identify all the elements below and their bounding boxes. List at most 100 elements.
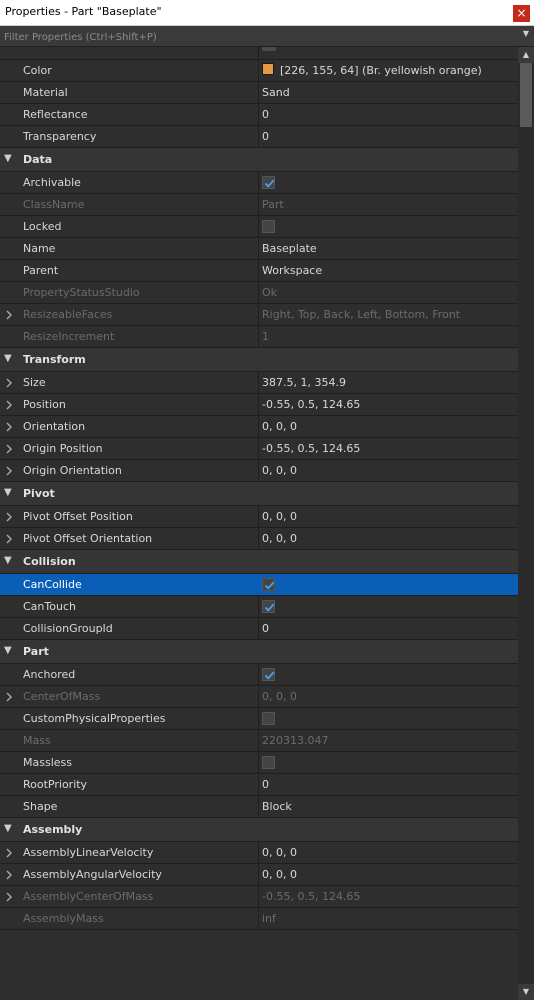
property-value[interactable]: Block bbox=[258, 796, 518, 817]
checkmark-icon bbox=[264, 581, 275, 590]
scroll-up-icon[interactable]: ▲ bbox=[518, 47, 534, 63]
property-row-classname[interactable]: ClassName Part bbox=[0, 194, 518, 216]
property-value[interactable]: 0, 0, 0 bbox=[258, 842, 518, 863]
property-value[interactable]: 0, 0, 0 bbox=[258, 528, 518, 549]
property-value: Part bbox=[258, 194, 518, 215]
property-value[interactable]: 0, 0, 0 bbox=[258, 506, 518, 527]
category-transform[interactable]: ▼ Transform bbox=[0, 348, 518, 372]
chevron-down-icon[interactable]: ▼ bbox=[4, 153, 12, 164]
property-row-shape[interactable]: Shape Block bbox=[0, 796, 518, 818]
checkbox-unchecked[interactable] bbox=[262, 756, 275, 769]
chevron-right-icon[interactable] bbox=[5, 465, 13, 481]
category-part[interactable]: ▼ Part bbox=[0, 640, 518, 664]
scrollbar-track[interactable] bbox=[518, 63, 534, 984]
property-row-resizeincrement[interactable]: ResizeIncrement 1 bbox=[0, 326, 518, 348]
chevron-right-icon[interactable] bbox=[5, 377, 13, 393]
property-row-cancollide[interactable]: CanCollide bbox=[0, 574, 518, 596]
category-assembly[interactable]: ▼ Assembly bbox=[0, 818, 518, 842]
vertical-scrollbar[interactable]: ▲ ▼ bbox=[518, 47, 534, 1000]
property-name: AssemblyMass bbox=[23, 912, 104, 925]
chevron-right-icon[interactable] bbox=[5, 847, 13, 863]
checkbox-checked[interactable] bbox=[262, 176, 275, 189]
property-row-orientation[interactable]: Orientation 0, 0, 0 bbox=[0, 416, 518, 438]
property-value[interactable]: [226, 155, 64] (Br. yellowish orange) bbox=[258, 60, 518, 81]
chevron-right-icon[interactable] bbox=[5, 443, 13, 459]
chevron-right-icon[interactable] bbox=[5, 421, 13, 437]
chevron-down-icon[interactable]: ▼ bbox=[4, 823, 12, 834]
property-value[interactable]: 0, 0, 0 bbox=[258, 460, 518, 481]
property-row-origin-orientation[interactable]: Origin Orientation 0, 0, 0 bbox=[0, 460, 518, 482]
property-row-anchored[interactable]: Anchored bbox=[0, 664, 518, 686]
chevron-down-icon[interactable]: ▼ bbox=[4, 555, 12, 566]
property-value[interactable]: 0 bbox=[258, 104, 518, 125]
property-row-origin-position[interactable]: Origin Position -0.55, 0.5, 124.65 bbox=[0, 438, 518, 460]
property-row-pivot-offset-orientation[interactable]: Pivot Offset Orientation 0, 0, 0 bbox=[0, 528, 518, 550]
scrollbar-thumb[interactable] bbox=[520, 63, 532, 127]
property-row-propertystatusstudio[interactable]: PropertyStatusStudio Ok bbox=[0, 282, 518, 304]
color-swatch-icon[interactable] bbox=[262, 63, 274, 75]
checkbox-checked[interactable] bbox=[262, 578, 275, 591]
chevron-right-icon[interactable] bbox=[5, 309, 13, 325]
chevron-right-icon[interactable] bbox=[5, 691, 13, 707]
property-row-centerofmass[interactable]: CenterOfMass 0, 0, 0 bbox=[0, 686, 518, 708]
chevron-down-icon[interactable]: ▼ bbox=[4, 487, 12, 498]
category-pivot[interactable]: ▼ Pivot bbox=[0, 482, 518, 506]
property-value[interactable]: 0, 0, 0 bbox=[258, 864, 518, 885]
property-row-reflectance[interactable]: Reflectance 0 bbox=[0, 104, 518, 126]
checkmark-icon bbox=[264, 671, 275, 680]
property-value[interactable]: 0 bbox=[258, 618, 518, 639]
chevron-down-icon[interactable]: ▼ bbox=[4, 645, 12, 656]
property-row-cantouch[interactable]: CanTouch bbox=[0, 596, 518, 618]
property-row-assemblycenterofmass[interactable]: AssemblyCenterOfMass -0.55, 0.5, 124.65 bbox=[0, 886, 518, 908]
chevron-right-icon[interactable] bbox=[5, 399, 13, 415]
property-row-name[interactable]: Name Baseplate bbox=[0, 238, 518, 260]
close-icon[interactable]: × bbox=[513, 5, 530, 22]
property-name: ClassName bbox=[23, 198, 85, 211]
filter-properties-input[interactable] bbox=[2, 28, 506, 46]
chevron-down-icon[interactable]: ▼ bbox=[4, 353, 12, 364]
property-value-text: 0 bbox=[262, 108, 269, 121]
filter-dropdown-icon[interactable]: ▼ bbox=[523, 29, 529, 38]
chevron-right-icon[interactable] bbox=[5, 891, 13, 907]
chevron-right-icon[interactable] bbox=[5, 511, 13, 527]
category-label: Data bbox=[23, 153, 53, 166]
checkbox-unchecked[interactable] bbox=[262, 712, 275, 725]
property-row-pivot-offset-position[interactable]: Pivot Offset Position 0, 0, 0 bbox=[0, 506, 518, 528]
property-row-massless[interactable]: Massless bbox=[0, 752, 518, 774]
chevron-right-icon[interactable] bbox=[5, 533, 13, 549]
property-row-archivable[interactable]: Archivable bbox=[0, 172, 518, 194]
property-value-text: 0 bbox=[262, 778, 269, 791]
property-value[interactable]: 0 bbox=[258, 126, 518, 147]
property-row-transparency[interactable]: Transparency 0 bbox=[0, 126, 518, 148]
category-collision[interactable]: ▼ Collision bbox=[0, 550, 518, 574]
property-value[interactable]: 0 bbox=[258, 774, 518, 795]
property-row-mass[interactable]: Mass 220313.047 bbox=[0, 730, 518, 752]
property-row-color[interactable]: Color [226, 155, 64] (Br. yellowish orang… bbox=[0, 60, 518, 82]
property-value[interactable]: 0, 0, 0 bbox=[258, 416, 518, 437]
checkbox-unchecked[interactable] bbox=[262, 220, 275, 233]
scroll-down-icon[interactable]: ▼ bbox=[518, 984, 534, 1000]
property-row-parent[interactable]: Parent Workspace bbox=[0, 260, 518, 282]
property-row-assemblymass[interactable]: AssemblyMass inf bbox=[0, 908, 518, 930]
property-value[interactable]: Baseplate bbox=[258, 238, 518, 259]
property-row-customphysicalproperties[interactable]: CustomPhysicalProperties bbox=[0, 708, 518, 730]
category-data[interactable]: ▼ Data bbox=[0, 148, 518, 172]
property-value-text: 387.5, 1, 354.9 bbox=[262, 376, 346, 389]
property-row-assemblyangularvelocity[interactable]: AssemblyAngularVelocity 0, 0, 0 bbox=[0, 864, 518, 886]
property-value[interactable]: 387.5, 1, 354.9 bbox=[258, 372, 518, 393]
property-value[interactable]: Workspace bbox=[258, 260, 518, 281]
property-row-size[interactable]: Size 387.5, 1, 354.9 bbox=[0, 372, 518, 394]
property-value[interactable]: -0.55, 0.5, 124.65 bbox=[258, 394, 518, 415]
chevron-right-icon[interactable] bbox=[5, 869, 13, 885]
property-row-position[interactable]: Position -0.55, 0.5, 124.65 bbox=[0, 394, 518, 416]
property-row-resizeablefaces[interactable]: ResizeableFaces Right, Top, Back, Left, B… bbox=[0, 304, 518, 326]
checkbox-checked[interactable] bbox=[262, 668, 275, 681]
property-row-rootpriority[interactable]: RootPriority 0 bbox=[0, 774, 518, 796]
property-row-assemblylinearvelocity[interactable]: AssemblyLinearVelocity 0, 0, 0 bbox=[0, 842, 518, 864]
property-row-locked[interactable]: Locked bbox=[0, 216, 518, 238]
checkbox-checked[interactable] bbox=[262, 600, 275, 613]
property-row-material[interactable]: Material Sand bbox=[0, 82, 518, 104]
property-value[interactable]: -0.55, 0.5, 124.65 bbox=[258, 438, 518, 459]
property-value[interactable]: Sand bbox=[258, 82, 518, 103]
property-row-collisiongroupid[interactable]: CollisionGroupId 0 bbox=[0, 618, 518, 640]
